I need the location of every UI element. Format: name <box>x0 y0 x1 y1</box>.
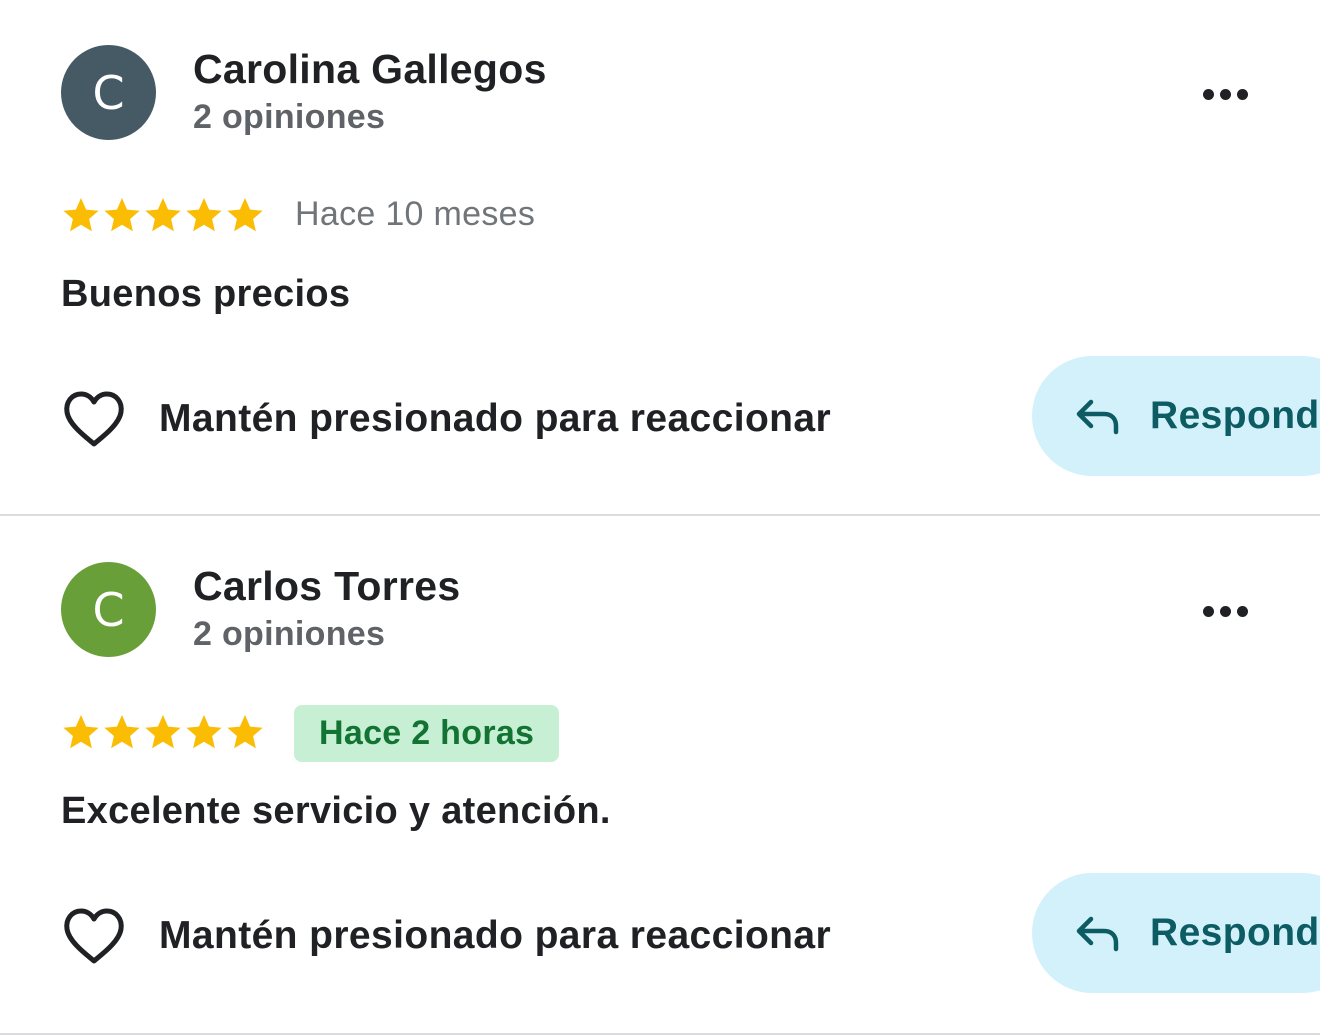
author-review-count: 2 opiniones <box>193 615 386 653</box>
review-text: Buenos precios <box>61 273 351 315</box>
reply-button[interactable]: Respond <box>1032 873 1320 993</box>
avatar-initial: C <box>92 582 125 637</box>
star-icon <box>104 198 140 232</box>
star-icon <box>186 715 222 749</box>
star-icon <box>227 715 263 749</box>
star-icon <box>145 715 181 749</box>
heart-outline-icon <box>64 391 124 447</box>
more-options-button[interactable] <box>1190 589 1260 633</box>
star-icon <box>186 198 222 232</box>
star-icon <box>145 198 181 232</box>
author-name[interactable]: Carolina Gallegos <box>193 46 547 93</box>
react-button[interactable]: Mantén presionado para reaccionar <box>61 384 831 454</box>
react-label: Mantén presionado para reaccionar <box>159 914 832 957</box>
review-card: C Carlos Torres 2 opiniones Hace 2 horas… <box>0 517 1320 1035</box>
more-options-icon <box>1202 605 1214 617</box>
star-icon <box>227 198 263 232</box>
react-button[interactable]: Mantén presionado para reaccionar <box>61 901 831 971</box>
heart-outline-icon <box>64 908 124 964</box>
reply-button[interactable]: Respond <box>1032 356 1320 476</box>
avatar-initial: C <box>92 65 125 120</box>
reply-label: Respond <box>1150 911 1320 954</box>
reviews-feed: C Carolina Gallegos 2 opiniones Hace 10 … <box>0 0 1320 1035</box>
author-name[interactable]: Carlos Torres <box>193 563 460 610</box>
avatar[interactable]: C <box>61 562 156 657</box>
star-icon <box>104 715 140 749</box>
reply-arrow-icon <box>1076 399 1119 435</box>
review-text: Excelente servicio y atención. <box>61 790 611 832</box>
star-icon <box>63 198 99 232</box>
react-label: Mantén presionado para reaccionar <box>159 397 832 440</box>
avatar[interactable]: C <box>61 45 156 140</box>
more-options-icon <box>1202 88 1214 100</box>
review-time-badge: Hace 2 horas <box>294 705 560 762</box>
review-time: Hace 10 meses <box>295 195 536 233</box>
star-rating <box>61 710 265 754</box>
reply-arrow-icon <box>1076 916 1119 952</box>
reply-label: Respond <box>1150 394 1320 437</box>
review-card: C Carolina Gallegos 2 opiniones Hace 10 … <box>0 0 1320 516</box>
author-review-count: 2 opiniones <box>193 98 386 136</box>
star-icon <box>63 715 99 749</box>
more-options-button[interactable] <box>1190 72 1260 116</box>
star-rating <box>61 193 265 237</box>
